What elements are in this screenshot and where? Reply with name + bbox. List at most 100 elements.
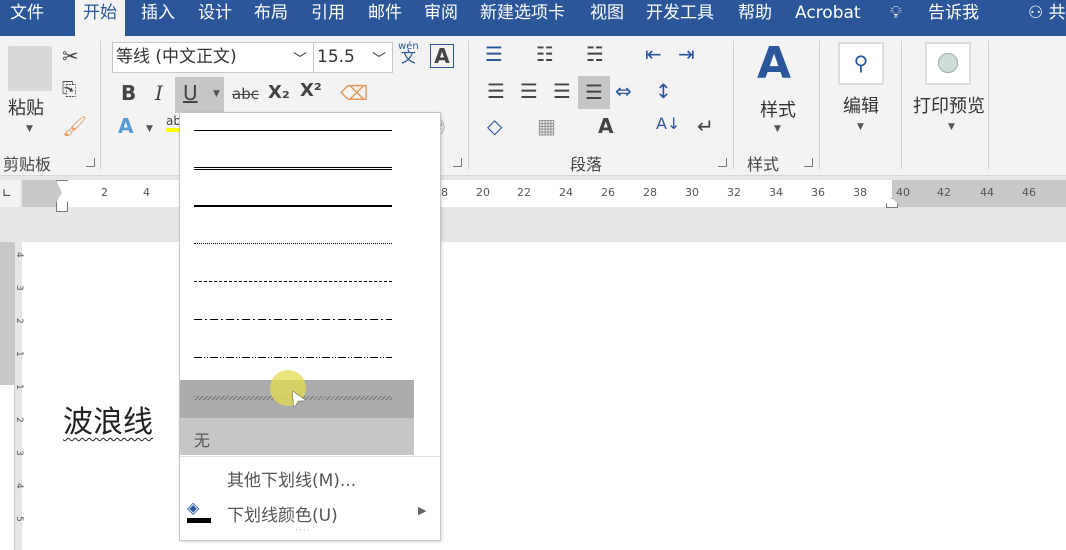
decrease-indent-icon[interactable]: ⇤	[645, 42, 662, 66]
text-effects-icon[interactable]: A	[118, 114, 133, 138]
tab-design[interactable]: 设计	[198, 0, 232, 36]
tab-mailings[interactable]: 邮件	[368, 0, 402, 36]
font-name-select[interactable]: 等线 (中文正文) ﹀	[112, 42, 314, 73]
ruler-tick: 22	[517, 186, 531, 199]
tab-file[interactable]: 文件	[10, 0, 44, 36]
underline-dashed[interactable]	[194, 281, 392, 282]
underline-double[interactable]	[194, 167, 392, 170]
underline-color-item[interactable]: 下划线颜色(U)	[227, 501, 338, 526]
show-marks-icon[interactable]: ↵	[697, 114, 714, 138]
increase-indent-icon[interactable]: ⇥	[678, 42, 695, 66]
tab-developer[interactable]: 开发工具	[646, 0, 714, 36]
line-spacing-icon[interactable]: ↕	[655, 79, 672, 103]
sort-icon[interactable]: A↓	[656, 114, 680, 133]
print-preview-button[interactable]: 打印预览	[913, 92, 985, 118]
tab-review[interactable]: 审阅	[424, 0, 458, 36]
share-user-icon[interactable]: ⚇ 共	[1028, 0, 1066, 36]
subscript-button[interactable]: X₂	[268, 82, 290, 103]
tab-layout[interactable]: 布局	[254, 0, 288, 36]
vruler-tick: 2	[14, 318, 24, 324]
underline-dot-dash[interactable]	[194, 319, 392, 320]
format-painter-icon[interactable]: 🖌︎	[62, 114, 87, 138]
vruler-tick: 5	[14, 516, 24, 522]
copy-icon[interactable]: ⎘	[62, 79, 76, 100]
italic-button[interactable]: I	[155, 81, 163, 105]
underline-caret[interactable]: ▼	[213, 89, 220, 99]
paste-button[interactable]: 粘贴	[8, 94, 44, 120]
ruler-tick: 38	[853, 186, 867, 199]
align-right-icon[interactable]: ☰	[553, 79, 571, 103]
ruler-tick: 44	[980, 186, 994, 199]
multilevel-list-icon[interactable]: ☵	[586, 42, 604, 66]
lightbulb-icon[interactable]: 💡︎	[890, 0, 902, 36]
distributed-icon[interactable]: ⇔	[615, 79, 632, 103]
tab-references[interactable]: 引用	[311, 0, 345, 36]
vruler-tick: 2	[14, 417, 24, 423]
paragraph-group-label: 段落	[570, 155, 603, 174]
font-launcher-icon[interactable]	[453, 158, 462, 167]
styles-button[interactable]: 样式	[760, 96, 796, 122]
font-size-select[interactable]: 15.5 ﹀	[313, 42, 393, 73]
underline-label: U	[183, 81, 198, 105]
underline-dotted[interactable]	[194, 243, 392, 244]
vruler-tick: 3	[14, 450, 24, 456]
vruler-tick: 1	[14, 384, 24, 390]
character-border-button[interactable]: A	[430, 44, 454, 68]
tab-acrobat[interactable]: Acrobat	[795, 0, 861, 36]
print-preview-caret[interactable]: ▼	[948, 122, 955, 132]
tab-help[interactable]: 帮助	[738, 0, 772, 36]
document-text[interactable]: 波浪线	[63, 397, 153, 441]
circle-icon	[938, 53, 958, 73]
styles-caret[interactable]: ▼	[774, 124, 781, 134]
vertical-ruler-ticks: 4 3 2 1 1 2 3 4 5	[2, 252, 35, 549]
shading-icon[interactable]: ◇	[487, 114, 502, 138]
clipboard-launcher-icon[interactable]	[86, 158, 95, 167]
bold-button[interactable]: B	[121, 81, 136, 105]
align-left-icon[interactable]: ☰	[487, 79, 505, 103]
color-swatch	[187, 518, 211, 523]
numbering-icon[interactable]: ☷	[536, 42, 554, 66]
editing-button[interactable]: 编辑	[843, 92, 879, 118]
bullets-icon[interactable]: ☰	[485, 42, 503, 66]
paragraph-launcher-icon[interactable]	[718, 158, 727, 167]
underline-none[interactable]: 无	[180, 418, 414, 455]
resize-grip-icon[interactable]: ····	[295, 526, 310, 536]
ruler-tick: 30	[685, 186, 699, 199]
print-preview-icon[interactable]	[925, 42, 971, 85]
more-underlines-item[interactable]: 其他下划线(M)...	[227, 466, 356, 491]
ruler-tick: 4	[143, 186, 150, 199]
tab-insert[interactable]: 插入	[141, 0, 175, 36]
tell-me[interactable]: 告诉我	[928, 0, 979, 36]
borders-icon[interactable]: ▦	[537, 114, 556, 138]
chevron-down-icon: ﹀	[293, 52, 307, 68]
underline-single[interactable]	[194, 130, 392, 131]
editing-caret[interactable]: ▼	[857, 122, 864, 132]
asian-layout-icon[interactable]: A	[598, 114, 613, 138]
strikethrough-button[interactable]: abc	[232, 85, 259, 103]
paste-icon[interactable]	[8, 46, 52, 91]
superscript-button[interactable]: X²	[300, 80, 322, 101]
align-center-icon[interactable]: ☰	[520, 79, 538, 103]
ruler-tick: 46	[1022, 186, 1036, 199]
clear-format-icon[interactable]: ⌫	[340, 81, 368, 105]
underline-button[interactable]: U ▼	[175, 77, 224, 113]
styles-icon[interactable]: A	[757, 38, 791, 89]
tab-new[interactable]: 新建选项卡	[480, 0, 565, 36]
tab-home[interactable]: 开始	[75, 0, 125, 36]
underline-dropdown: 无 其他下划线(M)... ◈ 下划线颜色(U) ▶ ····	[179, 112, 441, 541]
text-effects-caret[interactable]: ▼	[146, 124, 153, 134]
ruler-tick: 28	[643, 186, 657, 199]
chevron-down-icon: ﹀	[372, 52, 386, 68]
paste-caret[interactable]: ▼	[26, 124, 33, 134]
search-icon[interactable]: ⚲	[838, 42, 884, 85]
phonetic-guide-button[interactable]: wén 文	[398, 41, 419, 65]
tab-view[interactable]: 视图	[590, 0, 624, 36]
justify-icon[interactable]: ☰	[578, 76, 610, 109]
tab-selector[interactable]: ∟	[0, 180, 20, 207]
styles-launcher-icon[interactable]	[804, 158, 813, 167]
cut-icon[interactable]: ✂	[62, 44, 79, 68]
underline-thick[interactable]	[194, 205, 392, 207]
clipboard-group-label: 剪贴板	[3, 155, 52, 174]
vruler-tick: 4	[14, 483, 24, 489]
underline-dot-dot-dash[interactable]	[194, 357, 392, 358]
